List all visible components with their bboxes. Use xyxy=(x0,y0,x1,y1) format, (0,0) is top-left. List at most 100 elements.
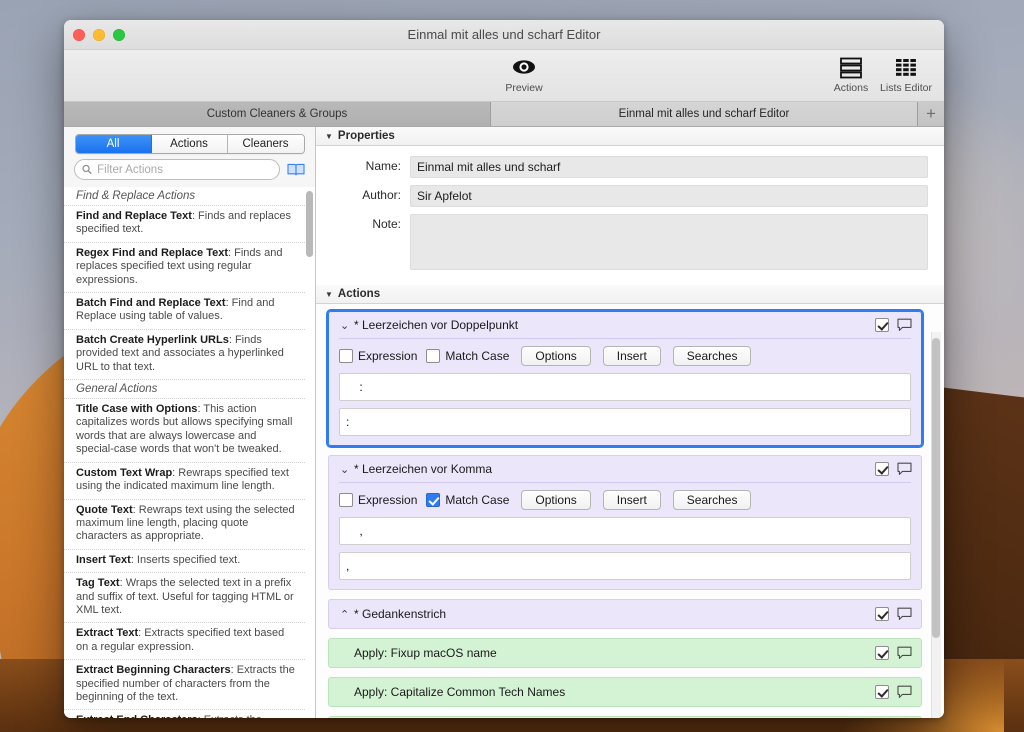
chevron-down-icon[interactable]: ⌄ xyxy=(340,319,354,332)
list-item[interactable]: Insert Text: Inserts specified text. xyxy=(64,549,305,574)
detail-pane: ▼ Properties Name: Einmal mit alles und … xyxy=(316,127,944,718)
action-card[interactable]: ⌄ * Leerzeichen vor Komma Expression Mat… xyxy=(328,455,922,590)
searches-button[interactable]: Searches xyxy=(672,490,752,510)
match-case-checkbox-group[interactable]: Match Case xyxy=(426,349,509,363)
action-enabled-checkbox[interactable] xyxy=(875,462,889,476)
sidebar-scrollbar[interactable] xyxy=(306,191,313,257)
comment-icon[interactable] xyxy=(897,607,912,621)
action-row-collapsed[interactable]: Apply: Fixup macOS name xyxy=(328,638,922,668)
expression-checkbox[interactable] xyxy=(339,493,353,507)
segment-actions[interactable]: Actions xyxy=(151,135,228,153)
expression-checkbox-group[interactable]: Expression xyxy=(339,493,417,507)
properties-section-header[interactable]: ▼ Properties xyxy=(316,127,944,146)
insert-button[interactable]: Insert xyxy=(602,490,661,510)
expression-checkbox-group[interactable]: Expression xyxy=(339,349,417,363)
action-row-collapsed[interactable]: ⌃ * Gedankenstrich xyxy=(328,599,922,629)
author-label: Author: xyxy=(362,188,401,202)
list-item-name: Quote Text xyxy=(76,503,133,516)
action-enabled-checkbox[interactable] xyxy=(875,607,889,621)
comment-icon[interactable] xyxy=(897,318,912,332)
search-field[interactable] xyxy=(74,159,280,180)
toolbar: Preview Actions Lists Editor xyxy=(64,50,944,102)
toolbar-button-preview[interactable]: Preview xyxy=(493,54,555,94)
action-row-collapsed[interactable]: Apply: Capitalize Common Tech Names xyxy=(328,677,922,707)
list-item[interactable]: Title Case with Options: This action cap… xyxy=(64,399,305,463)
segment-all[interactable]: All xyxy=(75,135,152,153)
action-card-title: * Leerzeichen vor Doppelpunkt xyxy=(354,318,519,332)
list-item[interactable]: Extract End Characters: Extracts the spe… xyxy=(64,710,305,718)
properties-section-title: Properties xyxy=(337,130,395,142)
tab-editor[interactable]: Einmal mit alles und scharf Editor xyxy=(491,102,918,126)
list-item[interactable]: Find and Replace Text: Finds and replace… xyxy=(64,206,305,243)
list-item[interactable]: Quote Text: Rewraps text using the selec… xyxy=(64,499,305,550)
action-row-collapsed[interactable]: Apply: Straighten Quotes xyxy=(328,716,922,718)
action-row-title: Apply: Fixup macOS name xyxy=(354,646,497,660)
action-card-body: Expression Match Case Options Insert Sea… xyxy=(329,482,921,589)
list-item[interactable]: Tag Text: Wraps the selected text in a p… xyxy=(64,573,305,624)
stacked-bars-icon xyxy=(840,57,862,79)
list-item[interactable]: Regex Find and Replace Text: Finds and r… xyxy=(64,242,305,294)
action-row-tools xyxy=(875,685,912,699)
author-field[interactable]: Sir Apfelot xyxy=(410,185,928,207)
comment-icon[interactable] xyxy=(897,462,912,476)
list-item[interactable]: Batch Find and Replace Text: Find and Re… xyxy=(64,293,305,330)
name-field[interactable]: Einmal mit alles und scharf xyxy=(410,156,928,178)
search-text-field[interactable]: : xyxy=(339,373,911,401)
disclosure-triangle-icon: ▼ xyxy=(325,289,333,299)
list-item[interactable]: Extract Text: Extracts specified text ba… xyxy=(64,623,305,661)
list-item[interactable]: Custom Text Wrap: Rewraps specified text… xyxy=(64,462,305,500)
match-case-checkbox[interactable] xyxy=(426,493,441,507)
add-tab-button[interactable]: + xyxy=(918,102,944,126)
insert-button[interactable]: Insert xyxy=(602,346,661,366)
action-row-title: Apply: Capitalize Common Tech Names xyxy=(354,685,566,699)
action-card-tools xyxy=(875,462,912,476)
open-book-icon[interactable] xyxy=(287,162,305,177)
comment-icon[interactable] xyxy=(897,685,912,699)
match-case-checkbox-group[interactable]: Match Case xyxy=(426,493,509,507)
list-item-name: Batch Find and Replace Text xyxy=(76,297,226,310)
list-item-name: Batch Create Hyperlink URLs xyxy=(76,333,229,346)
chevron-up-icon[interactable]: ⌃ xyxy=(340,608,354,621)
list-item-desc: : Inserts specified text. xyxy=(130,553,241,566)
action-card-header[interactable]: ⌄ * Leerzeichen vor Komma xyxy=(329,456,921,482)
action-card[interactable]: ⌄ * Leerzeichen vor Doppelpunkt Expressi… xyxy=(326,309,924,448)
match-case-label: Match Case xyxy=(445,349,510,363)
match-case-checkbox[interactable] xyxy=(426,349,441,363)
actions-list-scroll[interactable]: Find & Replace Actions Find and Replace … xyxy=(64,187,315,718)
segment-cleaners[interactable]: Cleaners xyxy=(227,135,304,153)
property-row-name: Name: Einmal mit alles und scharf xyxy=(322,156,928,178)
replace-text-field[interactable]: : xyxy=(339,408,911,436)
tab-custom-cleaners-groups[interactable]: Custom Cleaners & Groups xyxy=(64,102,491,126)
search-input[interactable] xyxy=(97,163,272,176)
searches-button[interactable]: Searches xyxy=(672,346,752,366)
sidebar: All Actions Cleaners Filter Actions Find… xyxy=(64,127,316,718)
options-button[interactable]: Options xyxy=(521,346,591,366)
search-text-field[interactable]: , xyxy=(339,517,911,545)
property-row-note: Note: xyxy=(322,214,928,270)
action-options-row: Expression Match Case Options Insert Sea… xyxy=(339,346,911,366)
window-title: Einmal mit alles und scharf Editor xyxy=(407,27,601,42)
comment-icon[interactable] xyxy=(897,646,912,660)
properties-form: Name: Einmal mit alles und scharf Author… xyxy=(316,146,944,285)
list-item[interactable]: Batch Create Hyperlink URLs: Finds provi… xyxy=(64,329,305,381)
window-titlebar: Einmal mit alles und scharf Editor xyxy=(64,20,944,50)
chevron-down-icon[interactable]: ⌄ xyxy=(340,463,354,476)
options-button[interactable]: Options xyxy=(521,490,591,510)
action-enabled-checkbox[interactable] xyxy=(875,685,889,699)
action-enabled-checkbox[interactable] xyxy=(875,646,889,660)
action-enabled-checkbox[interactable] xyxy=(875,318,889,332)
match-case-label: Match Case xyxy=(445,493,510,507)
sidebar-filter-row xyxy=(64,159,315,187)
list-item-name: Find and Replace Text xyxy=(76,210,192,222)
disclosure-triangle-icon: ▼ xyxy=(325,131,333,141)
detail-scrollbar-thumb[interactable] xyxy=(932,338,940,638)
list-item[interactable]: Extract Beginning Characters: Extracts t… xyxy=(64,660,305,711)
expression-checkbox[interactable] xyxy=(339,349,353,363)
action-card-header[interactable]: ⌄ * Leerzeichen vor Doppelpunkt xyxy=(329,312,921,338)
toolbar-button-lists-editor[interactable]: Lists Editor xyxy=(870,54,942,94)
actions-section-header[interactable]: ▼ Actions xyxy=(316,285,944,304)
note-field[interactable] xyxy=(410,214,928,270)
list-item-name: Custom Text Wrap xyxy=(76,466,173,479)
actions-list-container: ⌄ * Leerzeichen vor Doppelpunkt Expressi… xyxy=(316,304,944,718)
replace-text-field[interactable]: , xyxy=(339,552,911,580)
